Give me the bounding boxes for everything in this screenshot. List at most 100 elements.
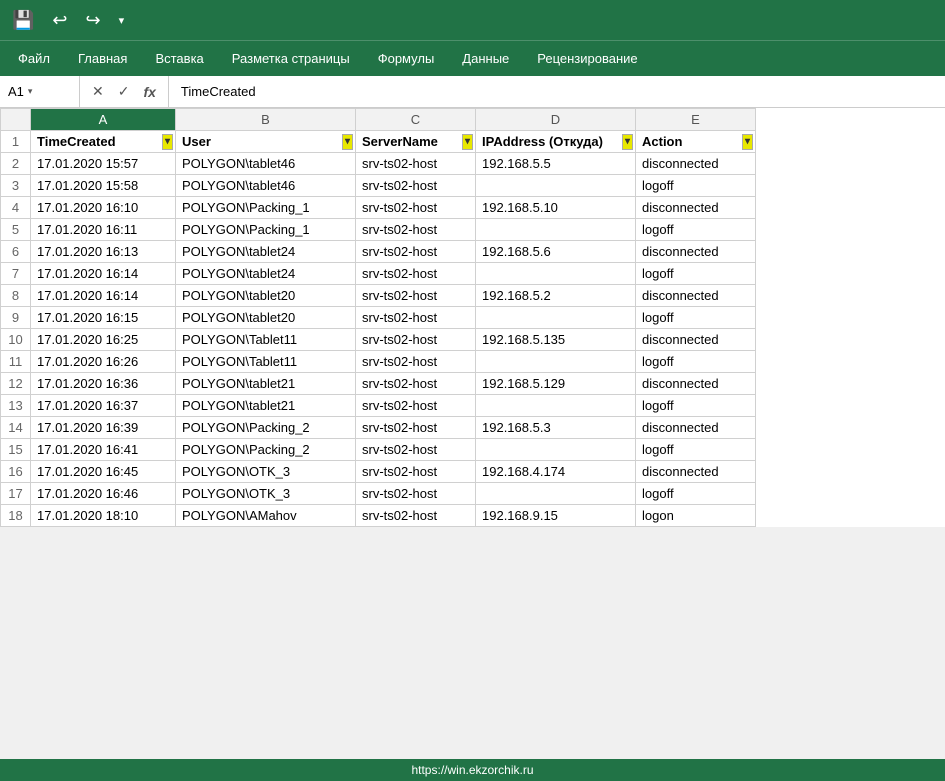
cell-timecreated[interactable]: 17.01.2020 16:11 bbox=[31, 219, 176, 241]
cell-servername[interactable]: srv-ts02-host bbox=[356, 483, 476, 505]
cell-user[interactable]: POLYGON\tablet20 bbox=[176, 285, 356, 307]
cell-ipaddress[interactable] bbox=[476, 175, 636, 197]
cell-user[interactable]: POLYGON\tablet46 bbox=[176, 153, 356, 175]
cell-action[interactable]: logoff bbox=[636, 351, 756, 373]
cell-servername[interactable]: srv-ts02-host bbox=[356, 197, 476, 219]
col-header-C[interactable]: C bbox=[356, 109, 476, 131]
cell-user[interactable]: POLYGON\AMahov bbox=[176, 505, 356, 527]
cell-user[interactable]: POLYGON\tablet20 bbox=[176, 307, 356, 329]
cell-action[interactable]: disconnected bbox=[636, 461, 756, 483]
menu-file[interactable]: Файл bbox=[4, 45, 64, 72]
col-header-B[interactable]: B bbox=[176, 109, 356, 131]
cell-reference-box[interactable]: A1 ▾ bbox=[0, 76, 80, 107]
col-header-D[interactable]: D bbox=[476, 109, 636, 131]
cell-timecreated[interactable]: 17.01.2020 16:41 bbox=[31, 439, 176, 461]
formula-cancel-icon[interactable]: ✕ bbox=[88, 81, 108, 102]
formula-value[interactable]: TimeCreated bbox=[169, 84, 945, 99]
menu-page-layout[interactable]: Разметка страницы bbox=[218, 45, 364, 72]
cell-timecreated[interactable]: 17.01.2020 16:15 bbox=[31, 307, 176, 329]
cell-ipaddress[interactable]: 192.168.5.129 bbox=[476, 373, 636, 395]
filter-btn-E[interactable]: ▾ bbox=[742, 134, 753, 150]
cell-user[interactable]: POLYGON\Packing_2 bbox=[176, 417, 356, 439]
cell-user[interactable]: POLYGON\tablet21 bbox=[176, 395, 356, 417]
undo-icon[interactable]: ↩ bbox=[48, 8, 71, 33]
cell-timecreated[interactable]: 17.01.2020 16:45 bbox=[31, 461, 176, 483]
cell-servername[interactable]: srv-ts02-host bbox=[356, 153, 476, 175]
col-header-E[interactable]: E bbox=[636, 109, 756, 131]
cell-timecreated[interactable]: 17.01.2020 15:58 bbox=[31, 175, 176, 197]
cell-ipaddress[interactable] bbox=[476, 483, 636, 505]
cell-ipaddress[interactable]: 192.168.5.6 bbox=[476, 241, 636, 263]
cell-ref-dropdown-icon[interactable]: ▾ bbox=[28, 86, 33, 97]
cell-timecreated[interactable]: 17.01.2020 15:57 bbox=[31, 153, 176, 175]
redo-icon[interactable]: ↪ bbox=[82, 8, 105, 33]
cell-servername[interactable]: srv-ts02-host bbox=[356, 241, 476, 263]
cell-action[interactable]: disconnected bbox=[636, 197, 756, 219]
cell-timecreated[interactable]: 17.01.2020 16:39 bbox=[31, 417, 176, 439]
cell-user[interactable]: POLYGON\Packing_2 bbox=[176, 439, 356, 461]
save-icon[interactable]: 💾 bbox=[8, 8, 38, 33]
cell-user[interactable]: POLYGON\Tablet11 bbox=[176, 351, 356, 373]
cell-timecreated[interactable]: 17.01.2020 18:10 bbox=[31, 505, 176, 527]
cell-timecreated[interactable]: 17.01.2020 16:25 bbox=[31, 329, 176, 351]
cell-ipaddress[interactable]: 192.168.4.174 bbox=[476, 461, 636, 483]
cell-action[interactable]: logoff bbox=[636, 307, 756, 329]
cell-ipaddress[interactable]: 192.168.5.3 bbox=[476, 417, 636, 439]
cell-user[interactable]: POLYGON\Packing_1 bbox=[176, 197, 356, 219]
cell-servername[interactable]: srv-ts02-host bbox=[356, 219, 476, 241]
cell-ipaddress[interactable] bbox=[476, 219, 636, 241]
quick-access-more-icon[interactable]: ▾ bbox=[115, 12, 129, 29]
cell-ipaddress[interactable] bbox=[476, 263, 636, 285]
cell-action[interactable]: logoff bbox=[636, 219, 756, 241]
cell-action[interactable]: logoff bbox=[636, 483, 756, 505]
cell-timecreated[interactable]: 17.01.2020 16:10 bbox=[31, 197, 176, 219]
cell-timecreated[interactable]: 17.01.2020 16:13 bbox=[31, 241, 176, 263]
formula-confirm-icon[interactable]: ✓ bbox=[114, 81, 134, 102]
cell-ipaddress[interactable]: 192.168.5.10 bbox=[476, 197, 636, 219]
cell-user[interactable]: POLYGON\OTK_3 bbox=[176, 461, 356, 483]
cell-user[interactable]: POLYGON\tablet24 bbox=[176, 241, 356, 263]
cell-servername[interactable]: srv-ts02-host bbox=[356, 505, 476, 527]
cell-servername[interactable]: srv-ts02-host bbox=[356, 307, 476, 329]
cell-action[interactable]: logoff bbox=[636, 263, 756, 285]
cell-action[interactable]: disconnected bbox=[636, 153, 756, 175]
cell-servername[interactable]: srv-ts02-host bbox=[356, 439, 476, 461]
cell-action[interactable]: logon bbox=[636, 505, 756, 527]
menu-insert[interactable]: Вставка bbox=[141, 45, 217, 72]
menu-review[interactable]: Рецензирование bbox=[523, 45, 651, 72]
filter-btn-A[interactable]: ▾ bbox=[162, 134, 173, 150]
col-header-A[interactable]: A bbox=[31, 109, 176, 131]
cell-ipaddress[interactable] bbox=[476, 307, 636, 329]
cell-ipaddress[interactable]: 192.168.5.5 bbox=[476, 153, 636, 175]
cell-user[interactable]: POLYGON\Tablet11 bbox=[176, 329, 356, 351]
cell-servername[interactable]: srv-ts02-host bbox=[356, 263, 476, 285]
cell-user[interactable]: POLYGON\OTK_3 bbox=[176, 483, 356, 505]
formula-fx-icon[interactable]: fx bbox=[139, 82, 159, 102]
cell-servername[interactable]: srv-ts02-host bbox=[356, 329, 476, 351]
menu-formulas[interactable]: Формулы bbox=[364, 45, 449, 72]
cell-action[interactable]: disconnected bbox=[636, 373, 756, 395]
cell-servername[interactable]: srv-ts02-host bbox=[356, 461, 476, 483]
cell-action[interactable]: logoff bbox=[636, 175, 756, 197]
cell-ipaddress[interactable]: 192.168.5.2 bbox=[476, 285, 636, 307]
cell-user[interactable]: POLYGON\tablet21 bbox=[176, 373, 356, 395]
cell-action[interactable]: disconnected bbox=[636, 329, 756, 351]
menu-home[interactable]: Главная bbox=[64, 45, 141, 72]
cell-servername[interactable]: srv-ts02-host bbox=[356, 373, 476, 395]
cell-servername[interactable]: srv-ts02-host bbox=[356, 395, 476, 417]
cell-timecreated[interactable]: 17.01.2020 16:14 bbox=[31, 263, 176, 285]
cell-ipaddress[interactable] bbox=[476, 351, 636, 373]
cell-action[interactable]: logoff bbox=[636, 439, 756, 461]
cell-timecreated[interactable]: 17.01.2020 16:14 bbox=[31, 285, 176, 307]
filter-btn-D[interactable]: ▾ bbox=[622, 134, 633, 150]
cell-timecreated[interactable]: 17.01.2020 16:36 bbox=[31, 373, 176, 395]
cell-servername[interactable]: srv-ts02-host bbox=[356, 285, 476, 307]
cell-user[interactable]: POLYGON\tablet46 bbox=[176, 175, 356, 197]
cell-servername[interactable]: srv-ts02-host bbox=[356, 175, 476, 197]
cell-timecreated[interactable]: 17.01.2020 16:26 bbox=[31, 351, 176, 373]
cell-ipaddress[interactable] bbox=[476, 395, 636, 417]
cell-servername[interactable]: srv-ts02-host bbox=[356, 351, 476, 373]
cell-ipaddress[interactable]: 192.168.9.15 bbox=[476, 505, 636, 527]
cell-action[interactable]: disconnected bbox=[636, 417, 756, 439]
cell-user[interactable]: POLYGON\Packing_1 bbox=[176, 219, 356, 241]
